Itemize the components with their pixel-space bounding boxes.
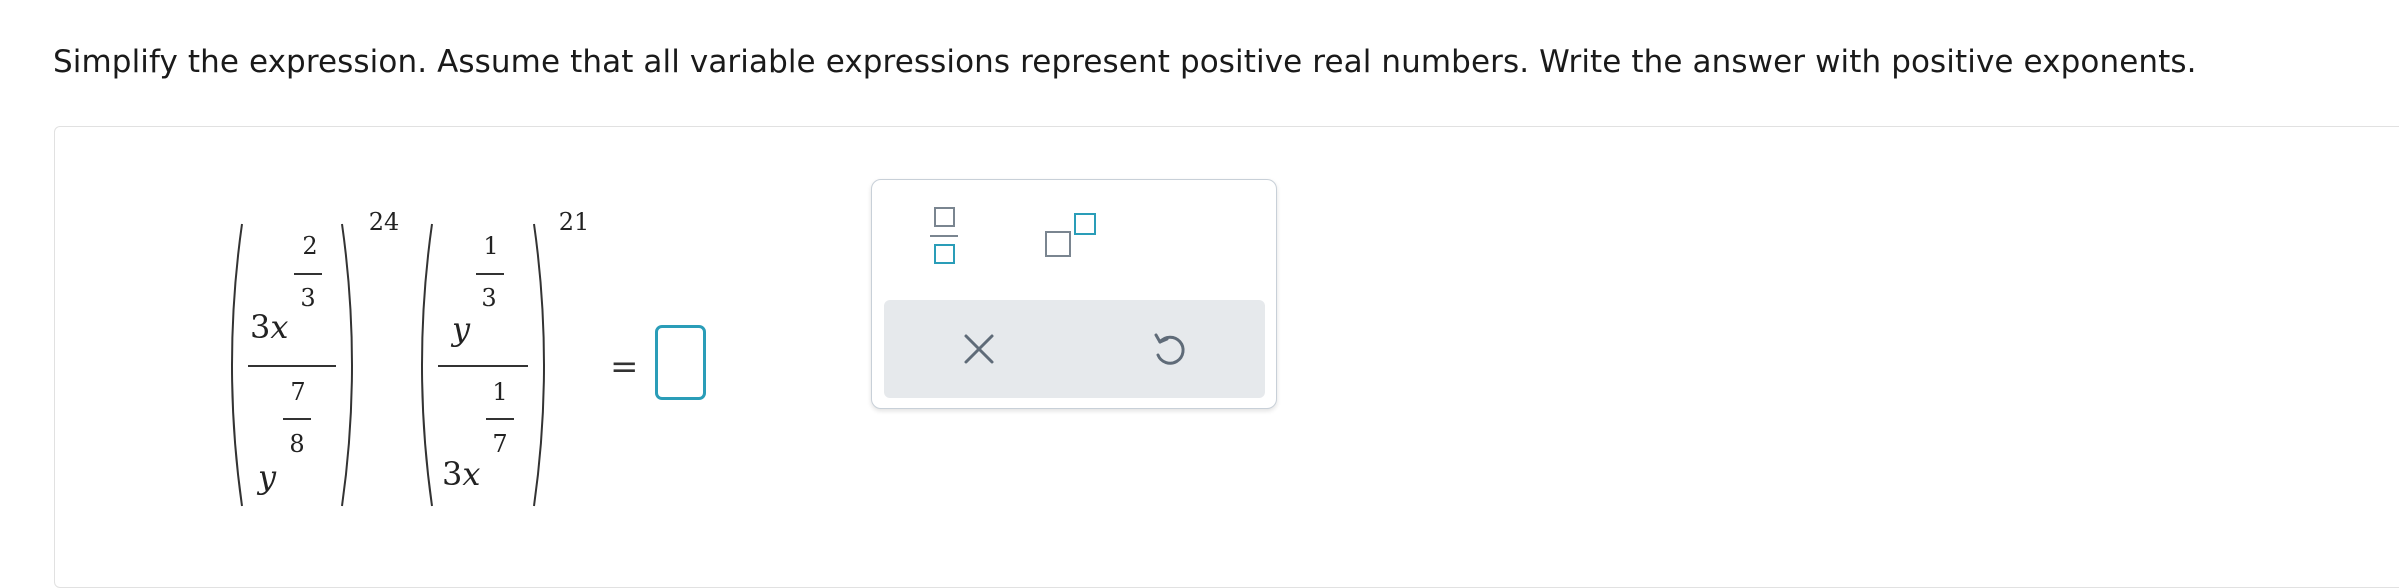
term1-outer-exponent: 24 [368, 208, 400, 236]
toolbar-actions [884, 300, 1265, 398]
left-paren-1 [231, 223, 243, 507]
term2-outer-exponent: 21 [558, 208, 590, 236]
answer-input[interactable] [655, 325, 706, 400]
term2-num-var: y [452, 310, 471, 348]
term1-num-exp-bar [294, 273, 322, 275]
exponent-button[interactable] [1042, 210, 1102, 260]
term1-num-exp-den: 3 [300, 284, 316, 312]
exponent-icon [1045, 213, 1096, 257]
undo-button[interactable] [1074, 300, 1264, 398]
equals-sign: = [610, 347, 639, 387]
right-paren-1 [341, 223, 353, 507]
fraction-button[interactable] [924, 206, 964, 266]
undo-icon [1154, 333, 1185, 365]
term1-den-var: y [258, 458, 277, 496]
math-toolbar [871, 179, 1277, 409]
fraction-icon [930, 207, 958, 264]
term1-num-exp-num: 2 [302, 232, 318, 260]
term1-den-exp-num: 7 [290, 378, 306, 406]
term2-num-exp-bar [476, 273, 504, 275]
term2-fraction-bar [438, 365, 528, 367]
term2-den-exp-num: 1 [492, 378, 508, 406]
term1-den-exp-den: 8 [289, 430, 305, 458]
right-paren-2 [533, 223, 545, 507]
term1-den-exp-bar [283, 418, 311, 420]
clear-button[interactable] [884, 300, 1074, 398]
term2-denominator: 3x [442, 455, 480, 493]
term2-den-exp-bar [486, 418, 514, 420]
question-instructions: Simplify the expression. Assume that all… [53, 44, 2197, 80]
term1-numerator: 3x [250, 308, 288, 346]
term2-num-exp-den: 3 [481, 284, 497, 312]
left-paren-2 [421, 223, 433, 507]
term2-den-exp-den: 7 [492, 430, 508, 458]
term1-fraction-bar [248, 365, 336, 367]
term1-num-var: x [270, 308, 289, 346]
term2-num-exp-num: 1 [483, 232, 499, 260]
close-icon [964, 334, 994, 364]
term1-num-coef: 3 [250, 308, 271, 346]
term2-den-var: x [462, 455, 481, 493]
term2-den-coef: 3 [442, 455, 463, 493]
